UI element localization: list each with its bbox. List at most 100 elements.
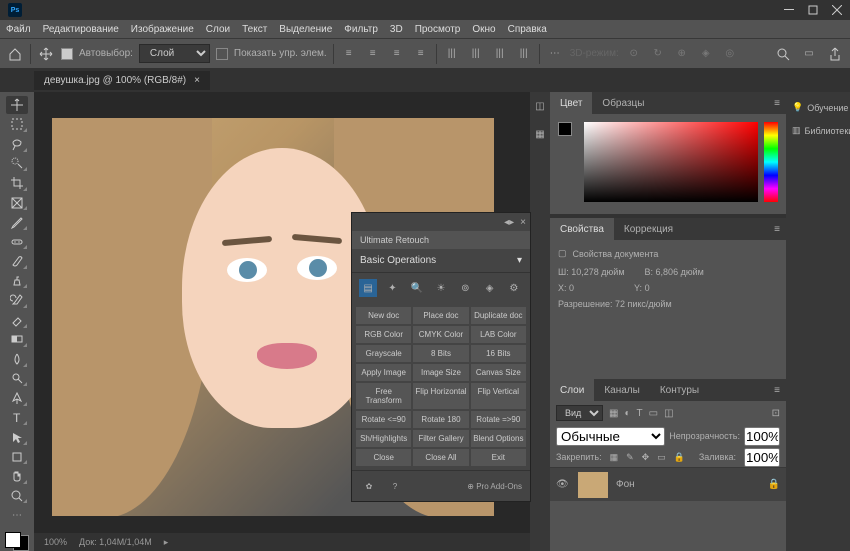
ur-button-duplicate-doc[interactable]: Duplicate doc <box>471 307 526 324</box>
search-icon[interactable] <box>774 45 792 63</box>
tab-adjustments[interactable]: Коррекция <box>614 218 683 240</box>
ur-button-rotate-90[interactable]: Rotate =>90 <box>471 411 526 428</box>
ur-button-place-doc[interactable]: Place doc <box>413 307 468 324</box>
ur-tab-gear-icon[interactable]: ⚙ <box>505 279 523 297</box>
3d-tool-icon[interactable]: ↻ <box>649 45 667 63</box>
panel-menu-icon[interactable]: ≡ <box>768 98 786 109</box>
menu-text[interactable]: Текст <box>242 24 267 35</box>
dodge-tool[interactable] <box>6 370 28 388</box>
panel-close-icon[interactable]: × <box>520 217 526 228</box>
ur-tab-doc-icon[interactable]: ▤ <box>359 279 377 297</box>
tab-layers[interactable]: Слои <box>550 379 594 401</box>
layer-thumbnail[interactable] <box>578 472 608 498</box>
ur-button-rotate-90[interactable]: Rotate <=90 <box>356 411 411 428</box>
ur-help-icon[interactable]: ? <box>386 477 404 495</box>
ur-button-grayscale[interactable]: Grayscale <box>356 345 411 362</box>
menu-window[interactable]: Окно <box>472 24 495 35</box>
fg-bg-swatches[interactable] <box>5 532 29 551</box>
libraries-button[interactable]: ▥ Библиотеки <box>790 119 846 142</box>
ur-button-cmyk-color[interactable]: CMYK Color <box>413 326 468 343</box>
marquee-tool[interactable] <box>6 116 28 134</box>
menu-help[interactable]: Справка <box>508 24 547 35</box>
more-icon[interactable]: ⋯ <box>546 45 564 63</box>
menu-file[interactable]: Файл <box>6 24 31 35</box>
layer-row[interactable]: 👁 Фон 🔒 <box>550 467 786 501</box>
shape-tool[interactable] <box>6 448 28 466</box>
learn-button[interactable]: 💡 Обучение <box>790 96 846 119</box>
tab-color[interactable]: Цвет <box>550 92 592 114</box>
ur-button-8-bits[interactable]: 8 Bits <box>413 345 468 362</box>
doc-size[interactable]: Док: 1,04M/1,04M <box>79 537 152 547</box>
eyedropper-tool[interactable] <box>6 213 28 231</box>
color-spectrum[interactable] <box>584 122 758 202</box>
ur-button-new-doc[interactable]: New doc <box>356 307 411 324</box>
frame-tool[interactable] <box>6 194 28 212</box>
ur-tab-diamond-icon[interactable]: ◈ <box>481 279 499 297</box>
distribute-icon[interactable]: ||| <box>515 45 533 63</box>
menu-3d[interactable]: 3D <box>390 24 403 35</box>
ur-button-16-bits[interactable]: 16 Bits <box>471 345 526 362</box>
ur-tab-zoom-icon[interactable]: 🔍 <box>408 279 426 297</box>
distribute-icon[interactable]: ||| <box>491 45 509 63</box>
ur-button-filter-gallery[interactable]: Filter Gallery <box>413 430 468 447</box>
ur-button-close[interactable]: Close <box>356 449 411 466</box>
ur-button-exit[interactable]: Exit <box>471 449 526 466</box>
status-arrow-icon[interactable]: ▸ <box>164 537 169 548</box>
panel-menu-icon[interactable]: ≡ <box>768 224 786 235</box>
menu-image[interactable]: Изображение <box>131 24 194 35</box>
tab-paths[interactable]: Контуры <box>650 379 709 401</box>
lasso-tool[interactable] <box>6 135 28 153</box>
move-tool-icon[interactable] <box>37 45 55 63</box>
close-button[interactable] <box>832 5 842 15</box>
ur-button-flip-horizontal[interactable]: Flip Horizontal <box>413 383 468 409</box>
share-icon[interactable] <box>826 45 844 63</box>
layer-filter-select[interactable]: Вид <box>556 405 603 421</box>
3d-tool-icon[interactable]: ⊙ <box>625 45 643 63</box>
path-select-tool[interactable] <box>6 428 28 446</box>
history-brush-tool[interactable] <box>6 291 28 309</box>
lock-art-icon[interactable]: ▭ <box>657 452 666 463</box>
ur-tab-rings-icon[interactable]: ⊚ <box>456 279 474 297</box>
ur-button-blend-options[interactable]: Blend Options <box>471 430 526 447</box>
ur-button-free-transform[interactable]: Free Transform <box>356 383 411 409</box>
align-icon[interactable]: ≡ <box>388 45 406 63</box>
tab-channels[interactable]: Каналы <box>594 379 650 401</box>
tab-properties[interactable]: Свойства <box>550 218 614 240</box>
fg-swatch[interactable] <box>5 532 21 548</box>
filter-pixel-icon[interactable]: ▦ <box>609 408 618 419</box>
filter-smart-icon[interactable]: ◫ <box>664 408 673 419</box>
edit-toolbar-icon[interactable]: ⋯ <box>6 506 28 524</box>
3d-tool-icon[interactable]: ◎ <box>721 45 739 63</box>
ur-button-lab-color[interactable]: LAB Color <box>471 326 526 343</box>
blur-tool[interactable] <box>6 350 28 368</box>
menu-edit[interactable]: Редактирование <box>43 24 119 35</box>
color-fg-bg-swatch[interactable] <box>558 122 578 142</box>
auto-select-target[interactable]: Слой <box>139 44 210 63</box>
ur-button-flip-vertical[interactable]: Flip Vertical <box>471 383 526 409</box>
maximize-button[interactable] <box>808 5 818 15</box>
layer-lock-icon[interactable]: 🔒 <box>768 479 780 490</box>
fill-input[interactable] <box>744 448 780 467</box>
panel-menu-icon[interactable]: ≡ <box>768 385 786 396</box>
panel-icon[interactable]: ▦ <box>532 126 548 142</box>
filter-type-icon[interactable]: T <box>637 408 643 419</box>
ur-addon-label[interactable]: Pro Add-Ons <box>476 482 522 491</box>
zoom-level[interactable]: 100% <box>44 537 67 547</box>
show-controls-checkbox[interactable] <box>216 48 228 60</box>
menu-layers[interactable]: Слои <box>206 24 230 35</box>
eraser-tool[interactable] <box>6 311 28 329</box>
minimize-button[interactable] <box>784 5 794 15</box>
quick-select-tool[interactable] <box>6 155 28 173</box>
menu-filter[interactable]: Фильтр <box>344 24 378 35</box>
move-tool[interactable] <box>6 96 28 114</box>
crop-tool[interactable] <box>6 174 28 192</box>
menu-view[interactable]: Просмотр <box>415 24 461 35</box>
blend-mode-select[interactable]: Обычные <box>556 427 665 446</box>
ur-button-image-size[interactable]: Image Size <box>413 364 468 381</box>
lock-pos-icon[interactable]: ✥ <box>642 452 650 463</box>
ur-tab-sun-icon[interactable]: ☀ <box>432 279 450 297</box>
ur-button-canvas-size[interactable]: Canvas Size <box>471 364 526 381</box>
hand-tool[interactable] <box>6 467 28 485</box>
ur-settings-icon[interactable]: ✿ <box>360 477 378 495</box>
distribute-icon[interactable]: ||| <box>467 45 485 63</box>
